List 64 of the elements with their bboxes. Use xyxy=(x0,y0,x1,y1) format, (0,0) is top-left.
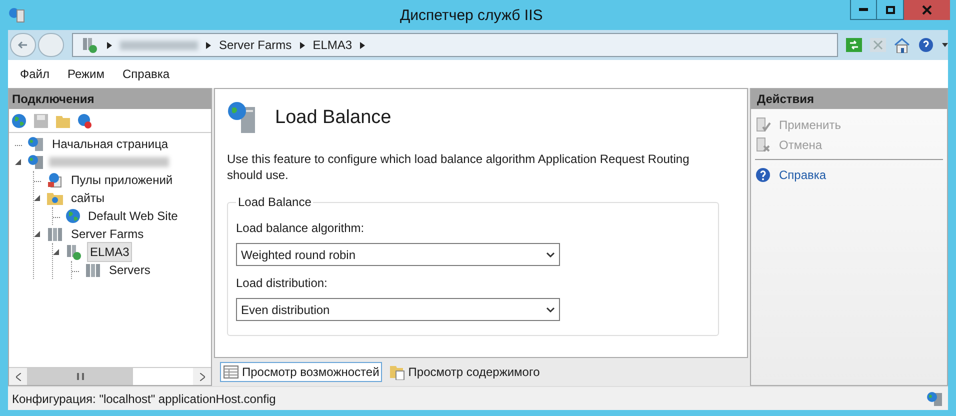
back-button[interactable] xyxy=(10,33,36,57)
caret-icon[interactable] xyxy=(942,43,948,47)
folder-icon xyxy=(46,190,64,206)
dropdown[interactable]: Even distribution xyxy=(236,298,560,321)
minimize-button[interactable] xyxy=(850,0,877,20)
close-icon xyxy=(922,5,932,15)
grid-icon xyxy=(223,365,239,379)
group-title: Load Balance xyxy=(237,194,312,211)
refresh-icon[interactable] xyxy=(846,38,862,52)
app-icon xyxy=(8,7,26,23)
menu-item[interactable]: Файл xyxy=(20,65,50,83)
server-rack-icon xyxy=(84,262,102,278)
server-rack-icon xyxy=(46,226,64,242)
globe-server-icon xyxy=(27,136,45,152)
connect-icon xyxy=(11,112,27,128)
menu-item[interactable]: Режим xyxy=(68,65,105,83)
panel-header: Подключения xyxy=(9,89,211,109)
chevron-down-icon xyxy=(546,306,555,312)
chevron-down-icon xyxy=(546,252,555,258)
tree-item[interactable]: Default Web Site xyxy=(85,206,181,226)
globe-server-icon xyxy=(27,154,45,170)
help-icon[interactable] xyxy=(918,37,934,53)
pool-icon xyxy=(46,172,64,188)
folder-document-icon xyxy=(389,364,406,380)
address-bar[interactable]: Server Farms ELMA3 xyxy=(72,33,838,57)
tree-item[interactable]: Servers xyxy=(106,260,154,280)
tree-item[interactable]: сайты xyxy=(68,188,108,208)
chevron-right-icon xyxy=(206,42,211,48)
breadcrumb[interactable]: Server Farms xyxy=(219,36,292,54)
tree-item[interactable]: ELMA3 xyxy=(87,242,132,262)
chevron-left-icon xyxy=(16,372,20,380)
chevron-right-icon xyxy=(107,42,112,48)
chevron-right-icon xyxy=(300,42,305,48)
chevron-right-icon xyxy=(360,42,366,48)
field-label: Load balance algorithm: xyxy=(236,220,366,237)
status-text: Конфигурация: "localhost" applicationHost.config xyxy=(12,390,276,408)
action-link[interactable]: Справка xyxy=(755,165,826,185)
close-button[interactable] xyxy=(904,0,950,20)
view-tab[interactable]: Просмотр возможностей xyxy=(220,362,382,382)
panel-header: Действия xyxy=(751,89,947,109)
document-check-icon xyxy=(755,117,771,133)
chevron-right-icon xyxy=(200,372,204,380)
view-tab[interactable]: Просмотр содержимого xyxy=(386,362,543,382)
server-rack-icon xyxy=(81,37,99,53)
dropdown[interactable]: Weighted round robin xyxy=(236,243,560,266)
document-x-icon xyxy=(755,137,771,153)
arrow-left-icon xyxy=(17,39,29,51)
server-rack-icon xyxy=(65,244,83,260)
tree-item[interactable]: Начальная страница xyxy=(49,134,172,154)
menu-item[interactable]: Справка xyxy=(122,65,170,83)
window-title: Диспетчер служб IIS xyxy=(400,6,543,26)
horizontal-scrollbar[interactable] xyxy=(9,367,211,385)
tree-item[interactable]: Пулы приложений xyxy=(68,170,176,190)
description: Use this feature to configure which load balance algorithm Application Request Routing should use. xyxy=(227,151,690,183)
tree-item[interactable]: Server Farms xyxy=(68,224,147,244)
breadcrumb[interactable]: ELMA3 xyxy=(312,36,352,54)
home-icon[interactable] xyxy=(894,38,910,52)
field-label: Load distribution: xyxy=(236,275,328,292)
page-title: Load Balance xyxy=(275,106,392,130)
help-icon xyxy=(755,167,771,183)
grip-icon xyxy=(76,373,84,380)
disconnect-icon[interactable] xyxy=(77,112,93,128)
globe-server-icon xyxy=(926,390,944,406)
globe-icon xyxy=(65,208,81,224)
